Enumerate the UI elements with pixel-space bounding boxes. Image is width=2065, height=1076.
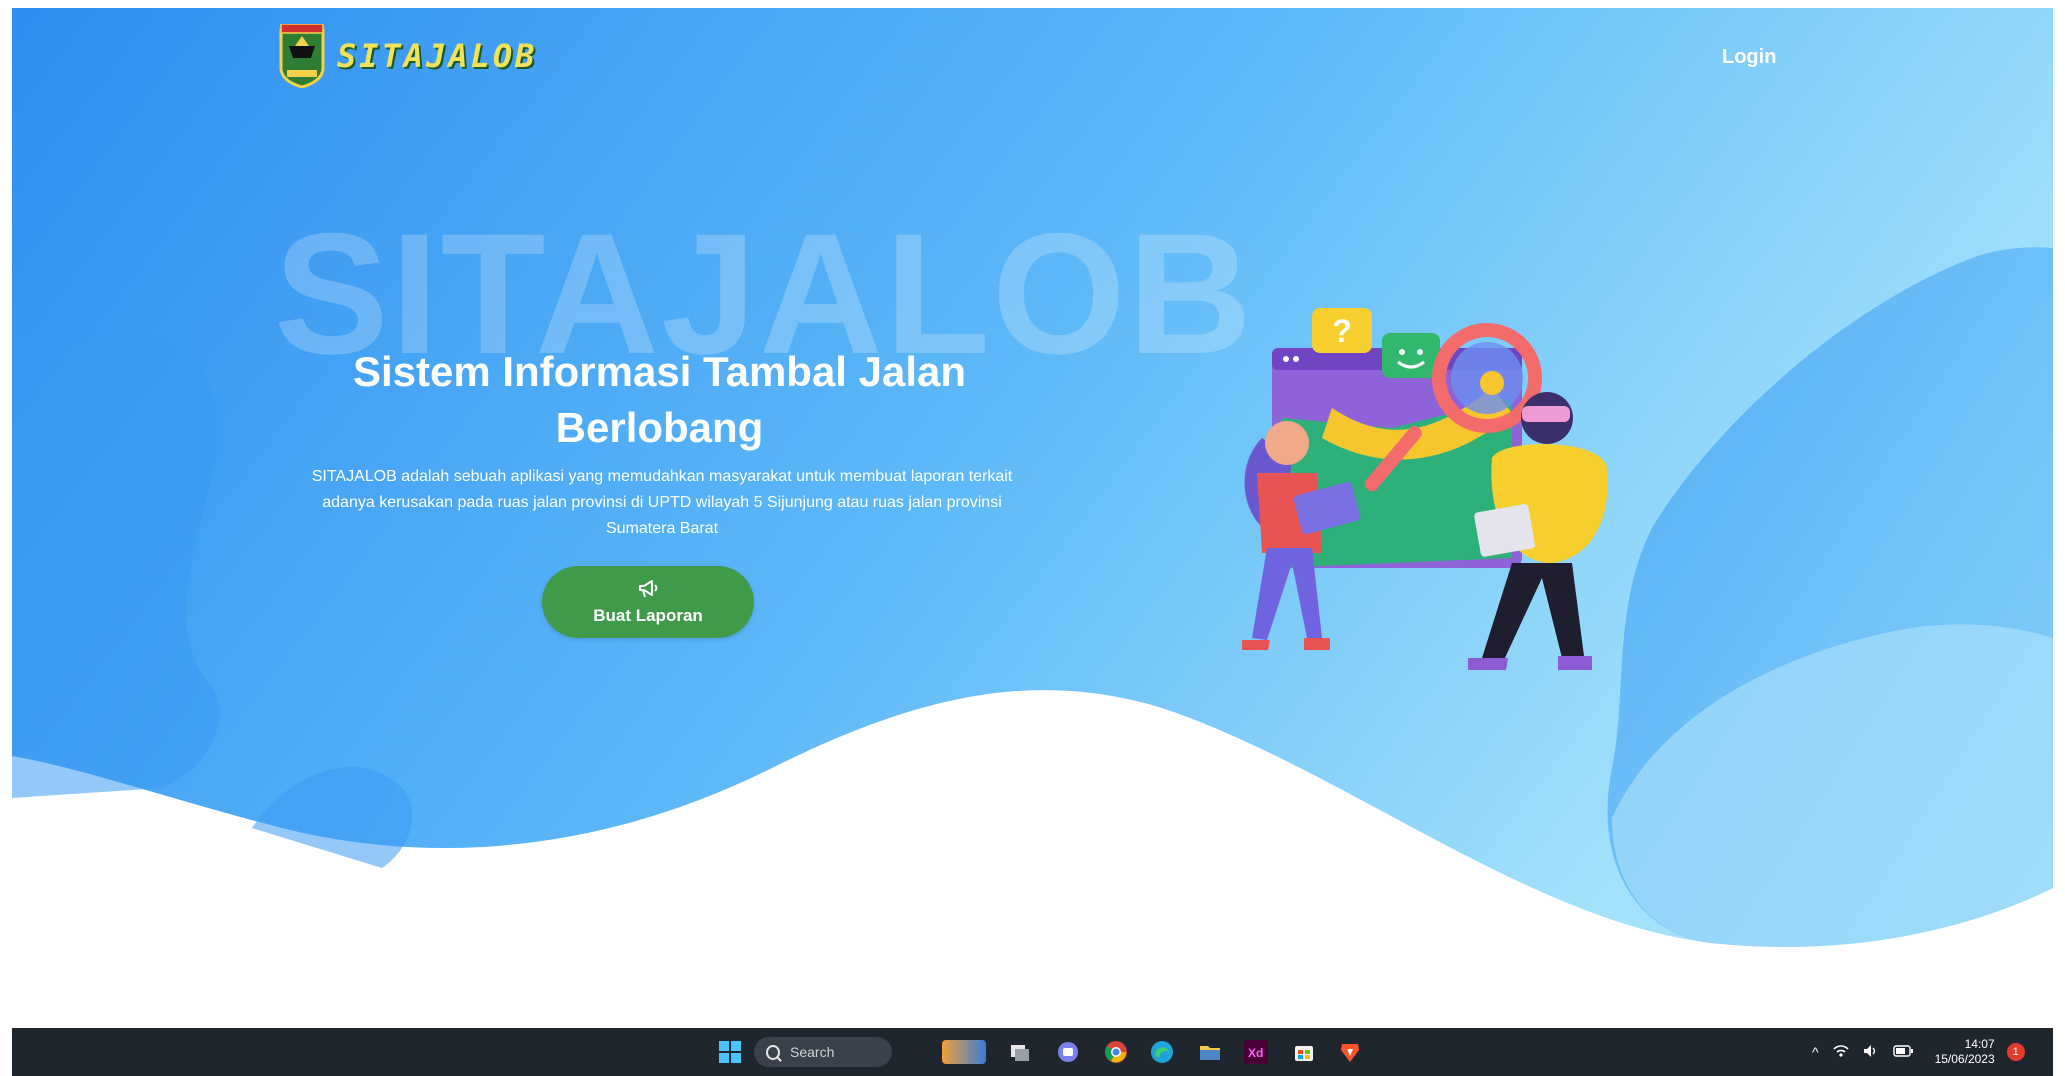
browser-viewport: SITAJALOB Login SITAJALOB Sistem Informa…: [12, 8, 2053, 1028]
clock-time: 14:07: [1964, 1037, 1995, 1051]
province-emblem-icon: [279, 24, 325, 88]
battery-icon[interactable]: [1892, 1044, 1913, 1060]
store-icon[interactable]: [1292, 1040, 1316, 1064]
hero-title-line2: Berlobang: [555, 404, 764, 451]
chrome-icon[interactable]: [1104, 1040, 1128, 1064]
windows-taskbar: Xd ^ 14:07 15/06/2023 1: [12, 1028, 2053, 1076]
widgets-icon[interactable]: [942, 1040, 986, 1064]
teams-chat-icon[interactable]: [1056, 1040, 1080, 1064]
taskbar-apps: Xd: [12, 1028, 2053, 1076]
create-report-button[interactable]: Buat Laporan: [542, 566, 754, 638]
svg-text:?: ?: [1332, 313, 1352, 349]
navbar: SITAJALOB Login: [12, 8, 2053, 108]
taskbar-search-input[interactable]: [788, 1043, 892, 1061]
hero-description: SITAJALOB adalah sebuah aplikasi yang me…: [311, 468, 1013, 537]
chevron-up-icon[interactable]: ^: [1812, 1044, 1819, 1060]
search-icon: [766, 1044, 780, 1060]
volume-icon[interactable]: [1863, 1044, 1879, 1061]
brand-logo[interactable]: SITAJALOB: [277, 24, 537, 88]
svg-text:Xd: Xd: [1248, 1046, 1263, 1060]
xd-icon[interactable]: Xd: [1244, 1040, 1268, 1064]
notification-badge[interactable]: 1: [2006, 1043, 2025, 1061]
clock-date: 15/06/2023: [1934, 1052, 1995, 1066]
task-view-icon[interactable]: [1008, 1040, 1032, 1064]
megaphone-icon: [637, 579, 659, 604]
hero-illustration: ?: [1242, 308, 1608, 670]
login-link[interactable]: Login: [1722, 46, 1776, 69]
hero-title-line1: Sistem Informasi Tambal Jalan: [352, 348, 967, 395]
system-tray: ^ 14:07 15/06/2023 1: [1812, 1028, 2025, 1076]
clock[interactable]: 14:07 15/06/2023: [1935, 1037, 1995, 1067]
taskbar-search[interactable]: [754, 1037, 892, 1067]
hero-title: Sistem Informasi Tambal Jalan Berlobang: [262, 344, 1057, 456]
file-explorer-icon[interactable]: [1198, 1040, 1222, 1064]
brave-icon[interactable]: [1338, 1040, 1362, 1064]
create-report-label: Buat Laporan: [593, 605, 703, 625]
windows-start-icon[interactable]: [718, 1040, 742, 1064]
edge-icon[interactable]: [1150, 1040, 1174, 1064]
wifi-icon[interactable]: [1833, 1044, 1849, 1061]
smiley-bubble-icon: [1382, 333, 1440, 378]
brand-name: SITAJALOB: [337, 37, 538, 75]
